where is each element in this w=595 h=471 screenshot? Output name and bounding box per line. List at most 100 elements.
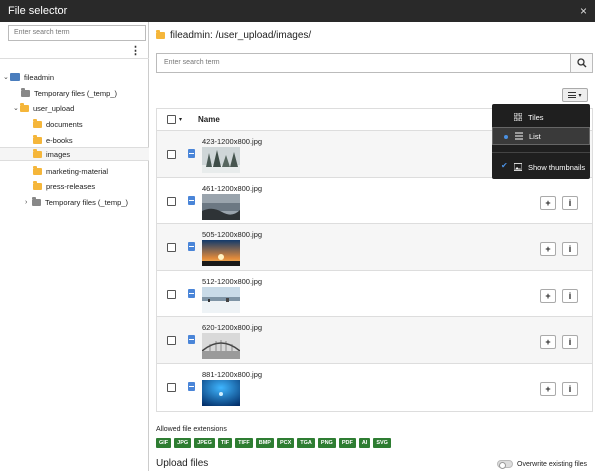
check-icon: ✔ (501, 161, 508, 170)
tree-item-label: user_upload (33, 103, 75, 113)
extension-badge: AI (358, 438, 371, 448)
info-button[interactable]: i (562, 381, 578, 396)
caret-down-icon[interactable]: ▾ (179, 116, 182, 123)
folder-grey-icon (32, 196, 41, 206)
add-button[interactable]: + (540, 242, 556, 257)
close-icon[interactable]: × (580, 4, 587, 18)
extension-badge: TIF (217, 438, 233, 448)
folder-icon (33, 134, 42, 144)
tree-item-temp[interactable]: Temporary files (_temp_) (21, 86, 117, 100)
add-button[interactable]: + (540, 381, 556, 396)
tree-item-label: documents (46, 119, 83, 129)
tree-item-documents[interactable]: documents (33, 117, 83, 131)
file-search-input[interactable]: Enter search term (157, 54, 570, 72)
extension-badge: PDF (338, 438, 356, 448)
add-button[interactable]: + (540, 195, 556, 210)
folder-icon (33, 148, 42, 158)
image-icon (514, 163, 522, 171)
add-button[interactable]: + (540, 335, 556, 350)
overwrite-label: Overwrite existing files (517, 460, 588, 468)
search-button[interactable] (570, 54, 592, 72)
divider (492, 152, 590, 153)
extension-badge: JPG (174, 438, 192, 448)
table-row[interactable]: 881-1200x800.jpg + i (157, 364, 592, 411)
chevron-right-icon[interactable]: › (25, 199, 32, 206)
add-button[interactable]: + (540, 288, 556, 303)
info-button[interactable]: i (562, 288, 578, 303)
row-checkbox[interactable] (167, 289, 176, 299)
menu-item-list[interactable]: List (492, 127, 590, 145)
folder-tree-panel: Enter search term ⋮ ⌄ fileadmin Temporar… (0, 22, 149, 471)
table-row[interactable]: 620-1200x800.jpg + i (157, 317, 592, 364)
thumbnail-winter-trees (202, 147, 240, 173)
tree-item-press-releases[interactable]: press-releases (33, 179, 95, 193)
window-title: File selector (8, 5, 68, 17)
extension-badge: SVG (373, 438, 391, 448)
list-icon (568, 92, 577, 98)
file-name[interactable]: 505-1200x800.jpg (202, 230, 262, 239)
folder-icon (156, 30, 165, 39)
caret-down-icon: ▾ (578, 92, 582, 99)
server-icon (10, 73, 20, 81)
tree-menu-icon[interactable]: ⋮ (130, 46, 141, 57)
list-icon (515, 132, 523, 140)
thumbnail (202, 240, 240, 267)
thumbnail (202, 379, 240, 406)
thumbnail-bridge (202, 333, 240, 360)
breadcrumb: fileadmin: /user_upload/images/ (156, 30, 311, 41)
image-file-icon (188, 381, 195, 391)
chevron-down-icon[interactable]: ⌄ (3, 73, 10, 81)
window-titlebar: File selector × (0, 0, 595, 22)
extension-badge: TIFF (235, 438, 253, 448)
tree-item-label: images (46, 149, 71, 159)
file-name[interactable]: 461-1200x800.jpg (202, 184, 262, 193)
row-checkbox[interactable] (167, 243, 176, 253)
tree-item-label: Temporary files (_temp_) (34, 88, 117, 98)
file-name[interactable]: 620-1200x800.jpg (202, 323, 262, 332)
extension-badge: GIF (156, 438, 172, 448)
tree-item-label: e-books (46, 135, 73, 145)
extension-badge: PCX (276, 438, 295, 448)
allowed-extensions-title: Allowed file extensions (156, 426, 227, 433)
info-button[interactable]: i (562, 195, 578, 210)
file-name[interactable]: 512-1200x800.jpg (202, 277, 262, 286)
row-checkbox[interactable] (167, 150, 176, 159)
folder-icon (20, 102, 29, 112)
tree-item-user-upload[interactable]: ⌄ user_upload (13, 101, 74, 115)
column-header-name[interactable]: Name (198, 115, 220, 124)
tree-item-label: Temporary files (_temp_) (45, 197, 128, 207)
menu-item-show-thumbnails[interactable]: ✔ Show thumbnails (492, 158, 590, 176)
extension-badges: GIF JPG JPEG TIF TIFF BMP PCX TGA PNG PD… (156, 438, 391, 448)
row-checkbox[interactable] (167, 196, 176, 206)
tree-item-temp-nested[interactable]: › Temporary files (_temp_) (25, 195, 128, 209)
row-checkbox[interactable] (167, 382, 176, 392)
thumbnail (202, 147, 240, 173)
folder-icon (33, 180, 42, 190)
file-name[interactable]: 881-1200x800.jpg (202, 370, 262, 379)
menu-item-label: Show thumbnails (528, 162, 586, 172)
tree-item-e-books[interactable]: e-books (33, 133, 73, 147)
view-mode-button[interactable]: ▾ (562, 88, 588, 102)
chevron-down-icon[interactable]: ⌄ (13, 104, 20, 112)
tree-search-input[interactable]: Enter search term (8, 25, 146, 41)
overwrite-toggle[interactable] (497, 460, 513, 469)
thumbnail (202, 193, 240, 220)
file-name[interactable]: 423-1200x800.jpg (202, 137, 262, 146)
table-row[interactable]: 505-1200x800.jpg + i (157, 224, 592, 271)
tree-item-images[interactable]: images (0, 147, 149, 161)
tree-item-label: marketing-material (46, 166, 109, 176)
table-row[interactable]: 461-1200x800.jpg + i (157, 178, 592, 225)
tree-item-fileadmin[interactable]: ⌄ fileadmin (3, 70, 54, 84)
menu-item-tiles[interactable]: Tiles (492, 108, 590, 126)
info-button[interactable]: i (562, 335, 578, 350)
select-all-checkbox[interactable] (167, 115, 176, 124)
overwrite-toggle-row[interactable]: Overwrite existing files (497, 460, 588, 469)
tree-item-marketing-material[interactable]: marketing-material (33, 164, 108, 178)
thumbnail-underwater (202, 379, 240, 406)
thumbnail-sunset (202, 240, 240, 267)
table-row[interactable]: 512-1200x800.jpg + i (157, 271, 592, 318)
folder-icon (33, 165, 42, 175)
info-button[interactable]: i (562, 242, 578, 257)
row-checkbox[interactable] (167, 336, 176, 346)
image-file-icon (188, 335, 195, 345)
